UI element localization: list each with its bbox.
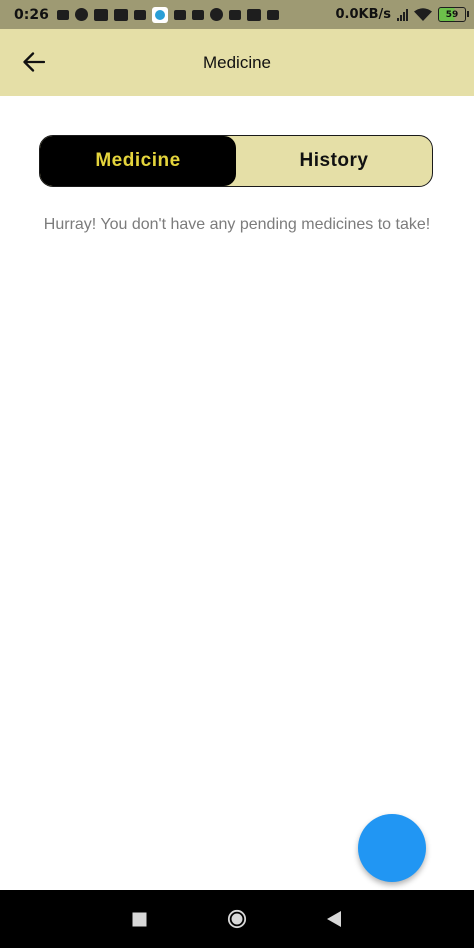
system-status: 0.0KB/s 59 — [335, 7, 469, 22]
tab-switcher: Medicine History — [39, 135, 433, 187]
tab-history[interactable]: History — [236, 136, 432, 186]
screen: 0:26 0.0KB/s 59 Medicine Medicine Histor… — [0, 0, 474, 948]
download-icon — [133, 9, 146, 20]
circle-icon — [227, 909, 247, 929]
app-bar: Medicine — [0, 29, 474, 96]
whatsapp-icon — [209, 8, 223, 21]
battery-level: 59 — [445, 9, 459, 20]
triangle-left-icon — [327, 911, 341, 927]
page-title: Medicine — [202, 52, 272, 72]
app-icon — [151, 6, 168, 23]
tab-medicine[interactable]: Medicine — [40, 136, 236, 186]
paytm-icon — [228, 9, 241, 20]
message-icon — [173, 9, 186, 20]
signal-icon — [397, 8, 408, 21]
youtube-icon — [113, 8, 128, 21]
empty-state-message: Hurray! You don't have any pending medic… — [43, 216, 431, 233]
youtube-icon — [246, 8, 261, 21]
square-icon — [132, 912, 146, 926]
status-bar: 0:26 0.0KB/s 59 — [0, 0, 474, 29]
battery-icon: 59 — [438, 7, 469, 22]
play-store-icon — [266, 9, 279, 20]
arrow-left-icon — [23, 52, 45, 72]
status-time: 0:26 — [14, 6, 49, 23]
notification-icons — [56, 6, 279, 23]
back-nav-button[interactable] — [324, 909, 344, 929]
whatsapp-icon — [74, 8, 88, 21]
back-button[interactable] — [14, 42, 54, 82]
sim-icon — [56, 9, 69, 20]
network-speed: 0.0KB/s — [335, 7, 392, 22]
bell-icon — [191, 9, 204, 20]
recent-apps-button[interactable] — [129, 909, 149, 929]
navigation-bar — [0, 890, 474, 948]
home-button[interactable] — [227, 909, 247, 929]
wifi-icon — [414, 8, 432, 21]
add-medicine-button[interactable] — [358, 814, 426, 882]
youtube-icon — [93, 8, 108, 21]
